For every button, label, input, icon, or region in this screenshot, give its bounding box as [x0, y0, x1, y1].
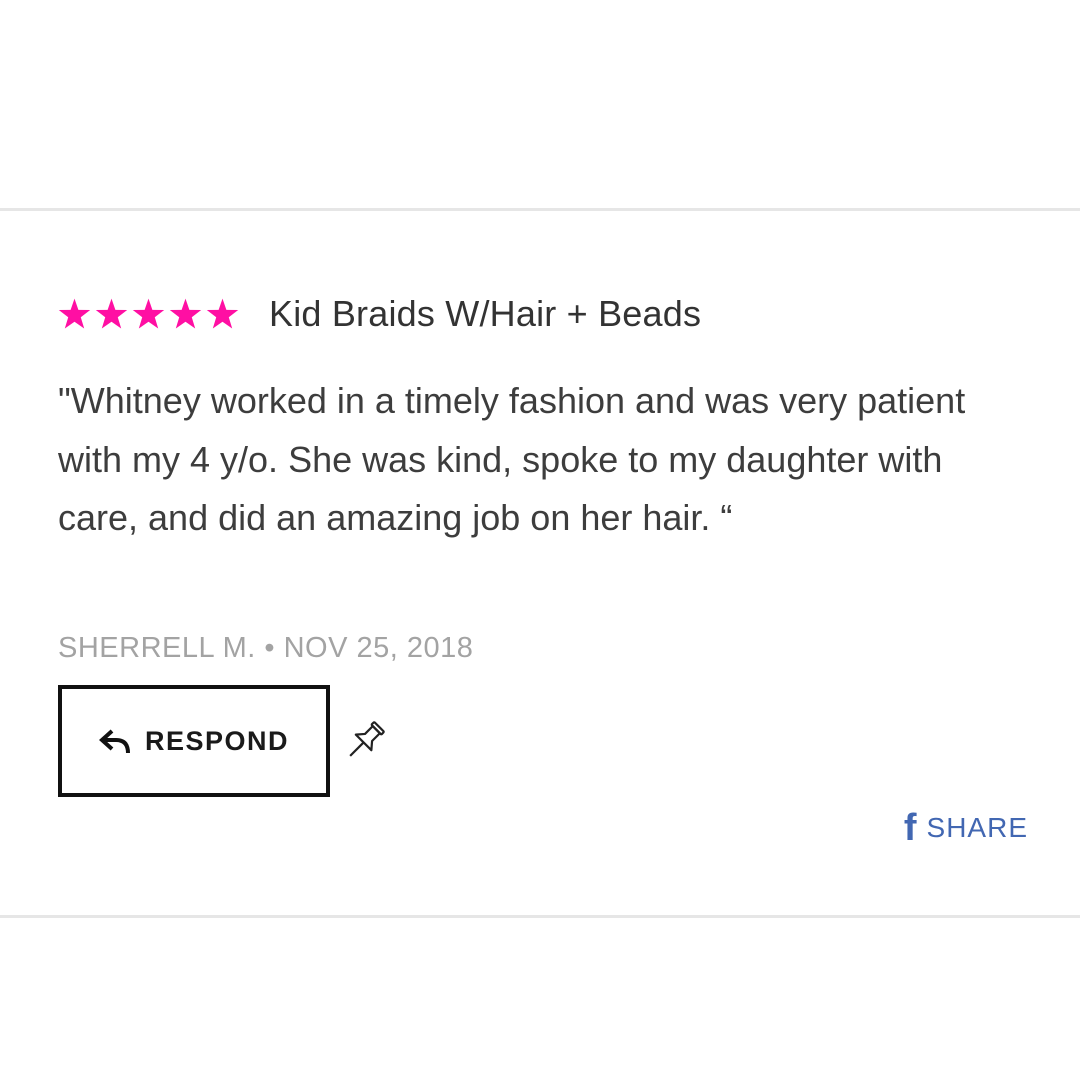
- review-date: NOV 25, 2018: [283, 632, 474, 664]
- respond-button[interactable]: RESPOND: [58, 685, 330, 797]
- pin-icon: [349, 721, 385, 757]
- star-icon: [132, 298, 165, 329]
- review-text: "Whitney worked in a timely fashion and …: [58, 380, 966, 538]
- respond-label: RESPOND: [144, 725, 290, 756]
- star-icon: [206, 298, 239, 329]
- rating-row: Kid Braids W/Hair + Beads: [58, 290, 701, 338]
- review-byline: SHERRELL M. • NOV 25, 2018: [58, 632, 473, 665]
- star-icon: [58, 298, 91, 329]
- facebook-share-link[interactable]: f SHARE: [904, 806, 1028, 850]
- facebook-icon: f: [903, 807, 917, 849]
- byline-separator: •: [264, 632, 276, 664]
- review-page: Kid Braids W/Hair + Beads "Whitney worke…: [0, 0, 1080, 1080]
- share-label: SHARE: [926, 812, 1028, 843]
- service-name: Kid Braids W/Hair + Beads: [269, 293, 702, 334]
- star-icon: [169, 298, 202, 329]
- author-name: SHERRELL M.: [58, 632, 256, 664]
- bottom-divider: [0, 915, 1080, 918]
- reply-arrow-icon: [98, 729, 130, 754]
- star-rating: [58, 298, 239, 331]
- pin-button[interactable]: [340, 716, 390, 766]
- star-icon: [95, 298, 128, 329]
